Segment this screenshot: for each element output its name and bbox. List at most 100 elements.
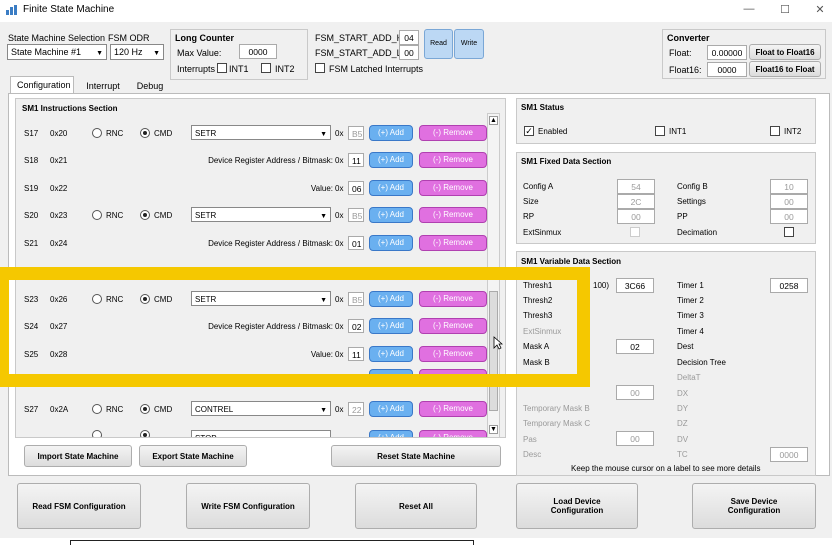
close-button[interactable]: ✕: [813, 3, 827, 17]
write-fsm-config-button[interactable]: Write FSM Configuration: [186, 483, 310, 529]
step-label: S19: [24, 184, 39, 193]
config-b-field[interactable]: 10: [770, 179, 808, 194]
status-int1-checkbox[interactable]: [655, 126, 665, 136]
step-label: S21: [24, 239, 39, 248]
instruction-row: S18 0x21 Device Register Address / Bitmask…: [16, 150, 488, 172]
size-label: Size: [523, 197, 539, 206]
add-button[interactable]: (+) Add: [369, 125, 413, 141]
pp-field[interactable]: 00: [770, 209, 808, 224]
fixed-data-panel: SM1 Fixed Data Section Config A 54 Confi…: [516, 152, 816, 244]
odr-select[interactable]: 120 Hz ▼: [110, 44, 164, 60]
settings-field[interactable]: 00: [770, 194, 808, 209]
temp-mask-c-label: Temporary Mask C: [523, 419, 591, 428]
cmd-radio[interactable]: [140, 430, 150, 437]
tc-field[interactable]: 0000: [770, 447, 808, 462]
value-field[interactable]: 11: [348, 153, 364, 167]
timer1-field[interactable]: 0258: [770, 278, 808, 293]
rp-field[interactable]: 00: [617, 209, 655, 224]
float-field[interactable]: 0.00000: [707, 45, 747, 60]
dy-label: DY: [677, 404, 689, 413]
remove-button[interactable]: (-) Remove: [419, 430, 487, 437]
float16-field[interactable]: 0000: [707, 62, 747, 77]
config-a-field[interactable]: 54: [617, 179, 655, 194]
chevron-down-icon: ▼: [320, 407, 327, 414]
status-int2-checkbox[interactable]: [770, 126, 780, 136]
cmd-label: CMD: [154, 405, 173, 414]
instruction-select[interactable]: SETR ▼: [191, 207, 331, 222]
remove-button[interactable]: (-) Remove: [419, 401, 487, 417]
remove-button[interactable]: (-) Remove: [419, 207, 487, 223]
instruction-row-partial: STOP (+) Add (-) Remove: [16, 426, 488, 437]
add-button[interactable]: (+) Add: [369, 152, 413, 168]
pp-label: PP: [677, 212, 688, 221]
rnc-radio[interactable]: [92, 430, 102, 437]
mask-a-field[interactable]: 02: [616, 339, 654, 354]
start-add-l-field[interactable]: 00: [399, 45, 419, 60]
remove-button[interactable]: (-) Remove: [419, 180, 487, 196]
value-field[interactable]: 22: [348, 402, 364, 416]
minimize-button[interactable]: —: [742, 3, 756, 17]
load-device-config-button[interactable]: Load Device Configuration: [516, 483, 638, 529]
hex-prefix: 0x: [335, 239, 344, 248]
add-button[interactable]: (+) Add: [369, 430, 413, 437]
max-value-label: Max Value:: [177, 48, 222, 58]
add-button[interactable]: (+) Add: [369, 235, 413, 251]
chevron-down-icon: ▼: [320, 131, 327, 138]
value-field[interactable]: B5: [348, 208, 364, 222]
reset-sm-button[interactable]: Reset State Machine: [331, 445, 501, 467]
tab-configuration[interactable]: Configuration: [10, 76, 74, 93]
chevron-down-icon: ▼: [96, 50, 103, 57]
instruction-row: S20 0x23 RNC CMD SETR ▼ 0x B5 (+) Add (-) Remove: [16, 205, 488, 227]
float16-to-float-button[interactable]: Float16 to Float: [749, 61, 821, 77]
thresh1-field[interactable]: 3C66: [616, 278, 654, 293]
value-field[interactable]: B5: [348, 126, 364, 140]
read-button[interactable]: Read: [424, 29, 453, 59]
remove-button[interactable]: (-) Remove: [419, 125, 487, 141]
float-to-float16-button[interactable]: Float to Float16: [749, 44, 821, 60]
write-button[interactable]: Write: [454, 29, 484, 59]
remove-button[interactable]: (-) Remove: [419, 235, 487, 251]
rnc-radio[interactable]: [92, 404, 102, 414]
maximize-button[interactable]: ☐: [778, 3, 792, 17]
scroll-down-icon[interactable]: ▼: [489, 425, 498, 434]
remove-button[interactable]: (-) Remove: [419, 152, 487, 168]
cmd-radio[interactable]: [140, 210, 150, 220]
value-field[interactable]: 06: [348, 181, 364, 195]
read-fsm-config-button[interactable]: Read FSM Configuration: [17, 483, 141, 529]
start-add-l-label: FSM_START_ADD_L:: [315, 48, 405, 58]
start-add-h-field[interactable]: 04: [399, 30, 419, 45]
param-label: Device Register Address / Bitmask:: [208, 239, 333, 248]
int1-checkbox[interactable]: [217, 63, 227, 73]
export-sm-button[interactable]: Export State Machine: [139, 445, 247, 467]
instruction-select[interactable]: SETR ▼: [191, 125, 331, 140]
start-add-h-label: FSM_START_ADD_H:: [315, 33, 406, 43]
cmd-radio[interactable]: [140, 128, 150, 138]
int2-checkbox[interactable]: [261, 63, 271, 73]
add-button[interactable]: (+) Add: [369, 401, 413, 417]
import-sm-button[interactable]: Import State Machine: [24, 445, 132, 467]
odr-select-value: 120 Hz: [114, 47, 143, 57]
extsinmux-checkbox[interactable]: [630, 227, 640, 237]
enabled-checkbox[interactable]: ✓: [524, 126, 534, 136]
sm-select[interactable]: State Machine #1 ▼: [7, 44, 107, 60]
size-field[interactable]: 2C: [617, 194, 655, 209]
rnc-radio[interactable]: [92, 128, 102, 138]
rnc-radio[interactable]: [92, 210, 102, 220]
step-address: 0x20: [50, 129, 68, 138]
instruction-select[interactable]: STOP: [191, 430, 331, 437]
instruction-select[interactable]: CONTREL ▼: [191, 401, 331, 416]
reset-all-button[interactable]: Reset All: [355, 483, 477, 529]
value-field[interactable]: 01: [348, 236, 364, 250]
temp-mask-a-field[interactable]: 00: [616, 385, 654, 400]
instruction-select-value: STOP: [195, 434, 217, 437]
latched-checkbox[interactable]: [315, 63, 325, 73]
add-button[interactable]: (+) Add: [369, 207, 413, 223]
instruction-select-value: CONTREL: [195, 405, 234, 414]
save-device-config-button[interactable]: Save Device Configuration: [692, 483, 816, 529]
cmd-radio[interactable]: [140, 404, 150, 414]
decimation-checkbox[interactable]: [784, 227, 794, 237]
pas-field[interactable]: 00: [616, 431, 654, 446]
max-value-field[interactable]: 0000: [239, 44, 277, 59]
scroll-up-icon[interactable]: ▲: [489, 116, 498, 125]
add-button[interactable]: (+) Add: [369, 180, 413, 196]
